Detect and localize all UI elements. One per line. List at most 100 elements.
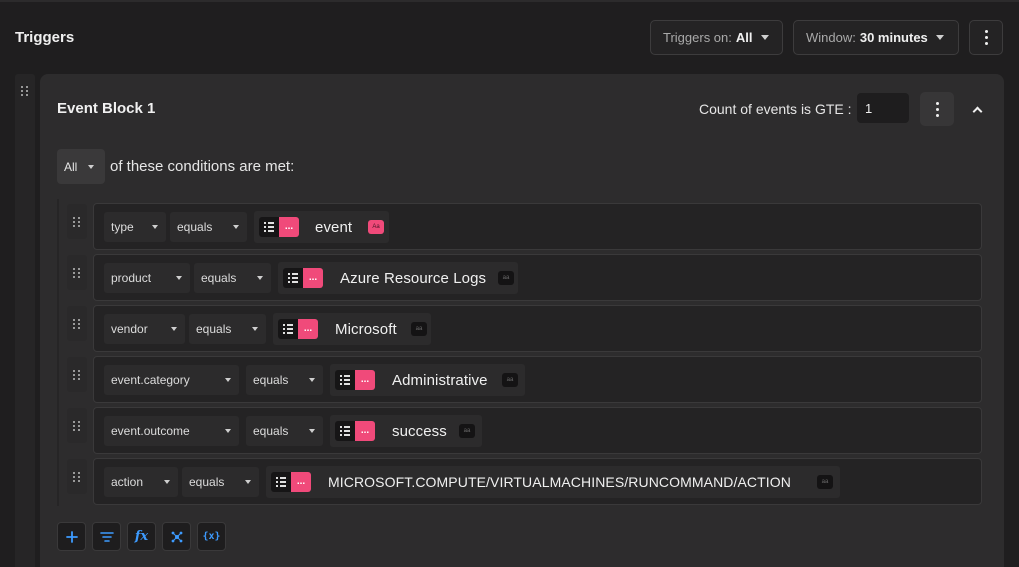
field-value: action [111, 475, 144, 489]
more-button[interactable]: ... [279, 217, 299, 237]
caret-down-icon [309, 378, 315, 382]
field-value: type [111, 220, 134, 234]
list-icon[interactable] [335, 421, 355, 441]
triggers-on-label: Triggers on: [663, 30, 732, 45]
drag-grip-icon [73, 420, 81, 431]
event-block-drag-handle[interactable] [15, 74, 35, 567]
caret-down-icon [309, 429, 315, 433]
count-input[interactable] [857, 93, 909, 123]
variable-icon: {x} [202, 531, 221, 542]
caret-down-icon [88, 164, 95, 169]
caret-down-icon [171, 327, 177, 331]
function-icon: fx [134, 529, 149, 544]
value-input[interactable]: ... Azure Resource Logs aa [278, 262, 518, 294]
operator-select[interactable]: equals [246, 365, 323, 395]
conditions-text: of these conditions are met: [110, 158, 295, 175]
condition-row: vendor equals ... Microsoft aa [93, 305, 982, 352]
more-button[interactable]: ... [355, 421, 375, 441]
window-value: 30 minutes [859, 30, 928, 45]
plus-icon [65, 530, 78, 543]
add-function-button[interactable]: fx [127, 522, 156, 551]
operator-select[interactable]: equals [189, 314, 266, 344]
triggers-on-value: All [735, 30, 753, 45]
value-input[interactable]: ... Microsoft aa [273, 313, 431, 345]
condition-drag-handle[interactable] [67, 306, 87, 341]
caret-down-icon [225, 378, 231, 382]
list-icon[interactable] [259, 217, 279, 237]
page-title: Triggers [15, 29, 75, 46]
list-icon[interactable] [271, 472, 291, 492]
caret-down-icon [152, 225, 158, 229]
list-icon[interactable] [278, 319, 298, 339]
more-button[interactable]: ... [303, 268, 323, 288]
condition-row: type equals ... event Aa [93, 203, 982, 250]
condition-row: product equals ... Azure Resource Logs a… [93, 254, 982, 301]
match-mode-value: All [64, 159, 78, 174]
caret-down-icon [257, 276, 263, 280]
filter-icon [99, 531, 114, 542]
field-select[interactable]: type [104, 212, 166, 242]
condition-drag-handle[interactable] [67, 204, 87, 239]
case-sensitive-toggle[interactable]: aa [411, 322, 427, 336]
condition-drag-handle[interactable] [67, 459, 87, 494]
value-input[interactable]: ... event Aa [254, 211, 389, 243]
add-network-button[interactable] [162, 522, 191, 551]
condition-drag-handle[interactable] [67, 408, 87, 443]
more-button[interactable]: ... [355, 370, 375, 390]
operator-value: equals [189, 475, 225, 489]
field-select[interactable]: action [104, 467, 178, 497]
list-icon[interactable] [283, 268, 303, 288]
value-input[interactable]: ... MICROSOFT.COMPUTE/VIRTUALMACHINES/RU… [266, 466, 840, 498]
caret-down-icon [760, 35, 769, 40]
caret-down-icon [176, 276, 182, 280]
case-sensitive-toggle[interactable]: Aa [368, 220, 384, 234]
add-condition-button[interactable] [57, 522, 86, 551]
operator-value: equals [177, 220, 213, 234]
caret-down-icon [252, 327, 258, 331]
case-sensitive-toggle[interactable]: aa [498, 271, 514, 285]
operator-select[interactable]: equals [182, 467, 259, 497]
case-sensitive-toggle[interactable]: aa [817, 475, 833, 489]
top-divider [0, 0, 1019, 2]
more-button[interactable]: ... [291, 472, 311, 492]
condition-row: action equals ... MICROSOFT.COMPUTE/VIRT… [93, 458, 982, 505]
event-block-title: Event Block 1 [57, 100, 156, 117]
field-select[interactable]: event.outcome [104, 416, 239, 446]
triggers-menu-button[interactable] [969, 20, 1003, 55]
operator-select[interactable]: equals [246, 416, 323, 446]
field-value: event.category [111, 373, 190, 387]
drag-grip-icon [73, 369, 81, 380]
operator-value: equals [253, 424, 289, 438]
operator-select[interactable]: equals [194, 263, 271, 293]
condition-drag-handle[interactable] [67, 255, 87, 290]
case-sensitive-toggle[interactable]: aa [459, 424, 475, 438]
value-input[interactable]: ... success aa [330, 415, 482, 447]
operator-select[interactable]: equals [170, 212, 247, 242]
value-input[interactable]: ... Administrative aa [330, 364, 525, 396]
field-select[interactable]: product [104, 263, 190, 293]
add-variable-button[interactable]: {x} [197, 522, 226, 551]
list-icon[interactable] [335, 370, 355, 390]
add-filter-button[interactable] [92, 522, 121, 551]
caret-down-icon [935, 35, 944, 40]
operator-value: equals [201, 271, 237, 285]
chevron-up-icon [972, 106, 982, 116]
case-sensitive-toggle[interactable]: aa [502, 373, 518, 387]
match-mode-select[interactable]: All [57, 149, 105, 184]
field-select[interactable]: vendor [104, 314, 185, 344]
condition-drag-handle[interactable] [67, 357, 87, 392]
window-dropdown[interactable]: Window: 30 minutes [793, 20, 959, 55]
more-button[interactable]: ... [298, 319, 318, 339]
condition-value: Administrative [392, 372, 488, 389]
field-value: event.outcome [111, 424, 190, 438]
triggers-on-dropdown[interactable]: Triggers on: All [650, 20, 783, 55]
caret-down-icon [245, 480, 251, 484]
condition-value: MICROSOFT.COMPUTE/VIRTUALMACHINES/RUNCOM… [328, 474, 791, 490]
collapse-button[interactable] [969, 101, 985, 117]
field-select[interactable]: event.category [104, 365, 239, 395]
kebab-icon [984, 30, 988, 45]
event-block-menu-button[interactable] [920, 92, 954, 126]
condition-row: event.category equals ... Administrative… [93, 356, 982, 403]
operator-value: equals [253, 373, 289, 387]
condition-group-line [57, 199, 59, 506]
